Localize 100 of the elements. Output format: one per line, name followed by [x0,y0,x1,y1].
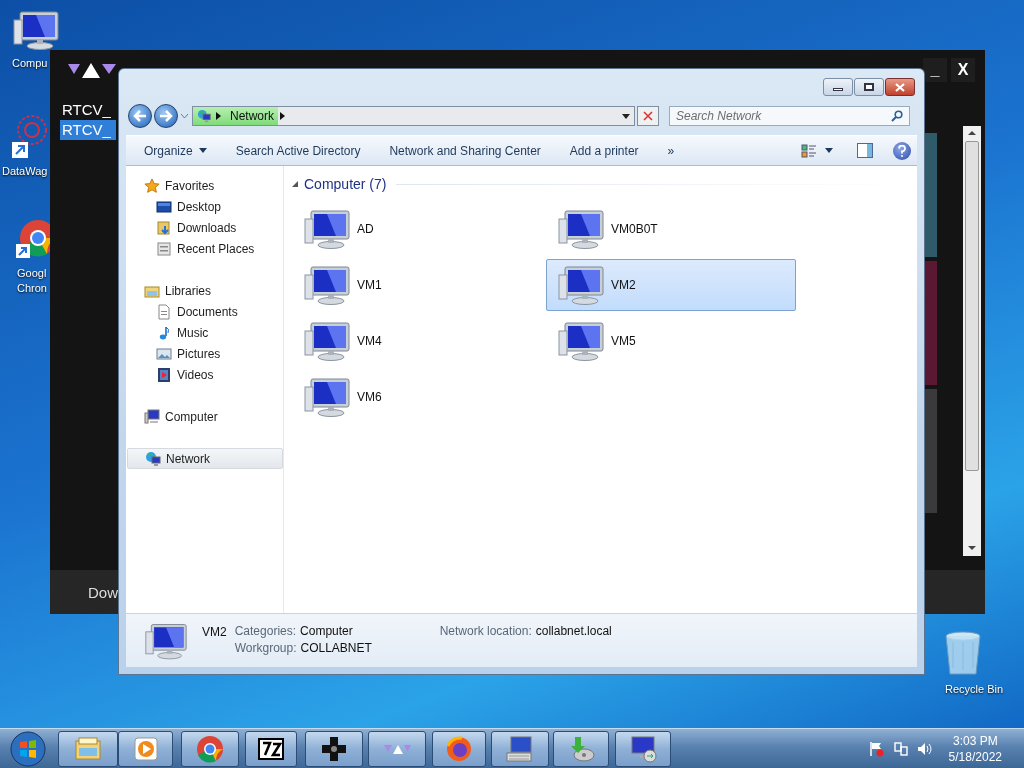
scrollbar[interactable] [963,126,981,556]
nav-item[interactable]: Network [127,448,283,469]
action-center-flag-icon[interactable] [867,740,884,757]
desktop-icon-label[interactable]: Compu [12,56,48,71]
network-host-item[interactable]: VM2 [546,259,796,311]
remote-icon [628,734,658,764]
network-host-item[interactable]: VM4 [292,315,542,367]
taskbar-button[interactable] [181,731,239,767]
preview-pane-icon [857,143,873,158]
minimize-button[interactable]: _ [923,58,947,82]
breadcrumb-arrow-icon[interactable] [280,112,285,120]
details-name: VM2 [202,624,227,641]
computer-icon [303,208,351,250]
nav-item[interactable]: Libraries [127,280,283,301]
search-icon [891,110,903,122]
field-value: collabnet.local [535,622,612,640]
recent-icon [156,240,172,257]
pictures-icon [156,345,172,362]
launcher-tile[interactable] [925,389,937,513]
toolbar-button[interactable]: » [657,136,685,165]
launcher-list-item[interactable]: RTCV_ [60,120,116,140]
nav-item[interactable]: Recent Places [127,238,283,259]
taskbar-button[interactable] [58,731,118,767]
field-value: Computer [300,622,353,640]
taskbar-button[interactable] [305,731,363,767]
network-host-item[interactable]: VM1 [292,259,542,311]
search-field[interactable]: Search Network [669,106,910,126]
launcher-logo-icon [68,62,118,80]
nav-item[interactable]: Videos [127,364,283,385]
group-header: Computer (7) [304,174,387,194]
downloads-icon [156,219,172,236]
address-bar[interactable]: Network [192,106,635,126]
network-host-item[interactable]: VM0B0T [546,203,796,255]
history-dropdown-icon[interactable] [180,113,189,119]
nav-item[interactable]: Downloads [127,217,283,238]
star-icon [144,177,160,194]
minimize-button[interactable] [823,78,853,96]
computer-icon [303,376,351,418]
collapse-triangle-icon[interactable] [292,181,298,187]
scroll-down-arrow[interactable] [968,546,976,550]
desktop-icon-label[interactable]: Chron [17,281,47,296]
field-value: COLLABNET [300,639,372,657]
computer-icon [557,320,605,362]
taskbar-button[interactable] [118,731,173,767]
desktop-icon-label[interactable]: Recycle Bin [945,682,1004,697]
help-icon [898,144,906,157]
toolbar-button[interactable]: Network and Sharing Center [379,136,551,165]
firefox-icon [444,734,474,764]
network-host-item[interactable]: VM6 [292,371,542,423]
nav-item[interactable]: Pictures [127,343,283,364]
launcher-list-item[interactable]: RTCV_ [60,100,116,120]
desktop-icon [156,198,172,215]
launcher-tile[interactable] [925,261,937,385]
toolbar-button[interactable]: Search Active Directory [225,136,371,165]
toolbar-button[interactable]: Add a printer [559,136,649,165]
toolbar-button[interactable]: Organize [134,136,217,165]
close-button[interactable] [885,78,915,96]
scroll-up-arrow[interactable] [968,131,976,135]
network-host-item[interactable]: VM5 [546,315,796,367]
launcher-icon [383,744,411,754]
chrome-icon [195,734,225,764]
nav-item[interactable]: Desktop [127,196,283,217]
stop-button[interactable] [637,106,659,126]
taskbar-button[interactable] [615,731,671,767]
taskbar-button[interactable] [432,731,486,767]
back-arrow-icon [133,110,147,122]
list-view-icon [801,142,817,159]
help-button[interactable] [893,141,911,160]
taskbar-button[interactable] [491,731,549,767]
computer-icon [12,8,60,52]
network-status-icon[interactable] [892,740,909,757]
close-button[interactable]: X [951,58,975,82]
taskbar-button[interactable] [553,731,609,767]
footer-label[interactable]: Dow [88,582,118,605]
keyboard-pc-icon [505,734,535,764]
clock[interactable]: 3:03 PM 5/18/2022 [948,732,1002,765]
launcher-tile[interactable] [925,133,937,257]
search-input[interactable]: Search Network [676,107,891,125]
network-host-item[interactable]: AD [292,203,542,255]
scrollbar-thumb[interactable] [965,141,979,471]
computer-icon [144,408,160,425]
taskbar-button[interactable] [245,731,297,767]
taskbar-button[interactable] [368,731,426,767]
nav-item[interactable]: Music [127,322,283,343]
computer-icon [557,208,605,250]
start-button[interactable] [8,729,48,768]
nav-item[interactable]: Documents [127,301,283,322]
gamepad-icon [319,734,349,764]
back-button[interactable] [128,104,152,128]
nav-item[interactable]: Computer [127,406,283,427]
desktop-icon-label[interactable]: DataWag [2,164,48,179]
caret-icon [825,148,833,153]
dropdown-arrow-icon[interactable] [622,113,630,119]
breadcrumb-arrow-icon[interactable] [216,112,221,120]
desktop-icon-label[interactable]: Googl [17,266,47,281]
windows-logo-icon [10,730,46,767]
recycle-bin-icon [943,630,983,678]
maximize-button[interactable] [854,78,884,96]
nav-item[interactable]: Favorites [127,175,283,196]
forward-button[interactable] [154,104,178,128]
